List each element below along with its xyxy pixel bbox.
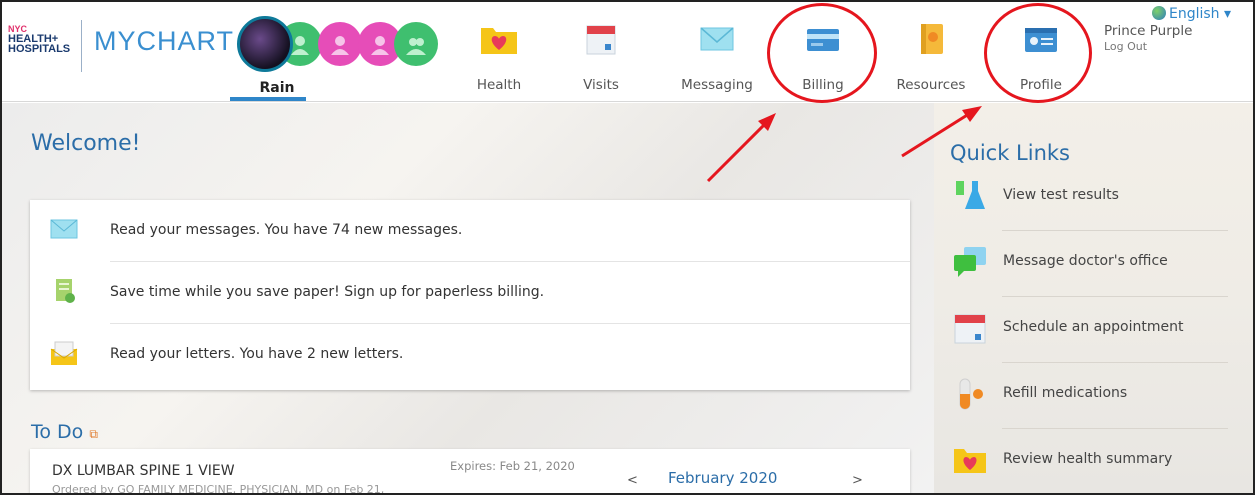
welcome-heading: Welcome! <box>31 131 141 156</box>
quick-link-schedule-label: Schedule an appointment <box>1003 319 1184 335</box>
quick-link-health-summary-label: Review health summary <box>1003 451 1173 467</box>
calendar-icon <box>581 20 621 56</box>
paper-bill-icon <box>50 277 78 305</box>
chat-bubbles-icon <box>952 245 988 279</box>
nav-health[interactable]: Health <box>454 20 544 93</box>
envelope-icon <box>697 20 737 56</box>
caret-down-icon: ▾ <box>1219 6 1232 22</box>
calendar-month-label: February 2020 <box>668 469 778 487</box>
nav-resources-label: Resources <box>896 77 966 93</box>
profile-highlight-circle <box>984 3 1092 103</box>
external-link-icon[interactable]: ⧉ <box>89 427 98 441</box>
quick-link-message-doctor[interactable]: Message doctor's office <box>948 231 1228 297</box>
active-profile-avatar[interactable] <box>237 16 293 72</box>
nav-resources[interactable]: Resources <box>886 20 976 93</box>
active-profile-name[interactable]: Rain <box>249 80 305 96</box>
notifications-card: Read your messages. You have 74 new mess… <box>30 200 910 390</box>
todo-title-text: To Do <box>31 421 84 443</box>
logo-hospitals-text: HOSPITALS <box>8 43 71 55</box>
proxy-avatar-2[interactable] <box>318 22 362 66</box>
language-label: English <box>1169 6 1220 22</box>
quick-link-test-results-label: View test results <box>1003 187 1119 203</box>
person-icon <box>331 36 349 55</box>
nav-visits[interactable]: Visits <box>556 20 646 93</box>
proxy-avatar-4[interactable] <box>394 22 438 66</box>
main-content: Welcome! Read your messages. You have 74… <box>2 103 934 493</box>
quick-link-refill-label: Refill medications <box>1003 385 1128 401</box>
notification-paperless-text: Save time while you save paper! Sign up … <box>110 284 545 300</box>
todo-card: DX LUMBAR SPINE 1 VIEW Ordered by GO FAM… <box>30 449 910 493</box>
active-profile-indicator <box>230 97 306 101</box>
logo-divider <box>81 20 82 72</box>
todo-item-expires: Expires: Feb 21, 2020 <box>450 459 575 473</box>
nav-messaging[interactable]: Messaging <box>672 20 762 93</box>
quick-link-health-summary[interactable]: Review health summary <box>948 429 1228 495</box>
notification-paperless[interactable]: Save time while you save paper! Sign up … <box>30 262 910 324</box>
nav-health-label: Health <box>476 77 522 93</box>
quick-link-message-doctor-label: Message doctor's office <box>1003 253 1168 269</box>
globe-icon <box>1152 6 1166 20</box>
proxy-avatar-switcher <box>234 16 444 80</box>
billing-highlight-circle <box>767 3 877 103</box>
test-tube-icon <box>952 179 988 213</box>
todo-item-name[interactable]: DX LUMBAR SPINE 1 VIEW <box>52 463 235 479</box>
pill-icon <box>952 377 988 411</box>
nav-visits-label: Visits <box>583 77 619 93</box>
language-selector[interactable]: English ▾ <box>1152 6 1231 22</box>
nav-messaging-label: Messaging <box>681 77 753 93</box>
calendar-next-button[interactable]: > <box>852 473 863 488</box>
notification-messages[interactable]: Read your messages. You have 74 new mess… <box>30 200 910 262</box>
notification-messages-text: Read your messages. You have 74 new mess… <box>110 222 463 238</box>
quick-link-schedule[interactable]: Schedule an appointment <box>948 297 1228 363</box>
todo-item-ordered-by: Ordered by GO FAMILY MEDICINE, PHYSICIAN… <box>52 483 385 493</box>
people-group-icon <box>406 38 426 55</box>
heart-folder-icon <box>952 443 988 477</box>
quick-links-sidebar: Quick Links View test results Message do… <box>934 103 1253 493</box>
letter-icon <box>50 339 78 367</box>
logout-link[interactable]: Log Out <box>1104 40 1147 53</box>
mychart-logo[interactable]: MYCHART <box>94 26 234 57</box>
user-name: Prince Purple <box>1104 23 1193 39</box>
quick-link-refill[interactable]: Refill medications <box>948 363 1228 429</box>
book-icon <box>911 20 951 56</box>
heart-folder-icon <box>479 20 519 56</box>
notification-letters-text: Read your letters. You have 2 new letter… <box>110 346 404 362</box>
calendar-icon <box>952 311 988 345</box>
quick-link-test-results[interactable]: View test results <box>948 165 1228 231</box>
notification-letters[interactable]: Read your letters. You have 2 new letter… <box>30 324 910 386</box>
todo-heading: To Do ⧉ <box>31 421 98 443</box>
person-icon <box>371 36 389 55</box>
envelope-icon <box>50 215 78 243</box>
calendar-prev-button[interactable]: < <box>627 473 638 488</box>
quick-links-heading: Quick Links <box>950 141 1071 165</box>
nyc-health-hospitals-logo[interactable]: NYC HEALTH+ HOSPITALS <box>8 24 71 55</box>
